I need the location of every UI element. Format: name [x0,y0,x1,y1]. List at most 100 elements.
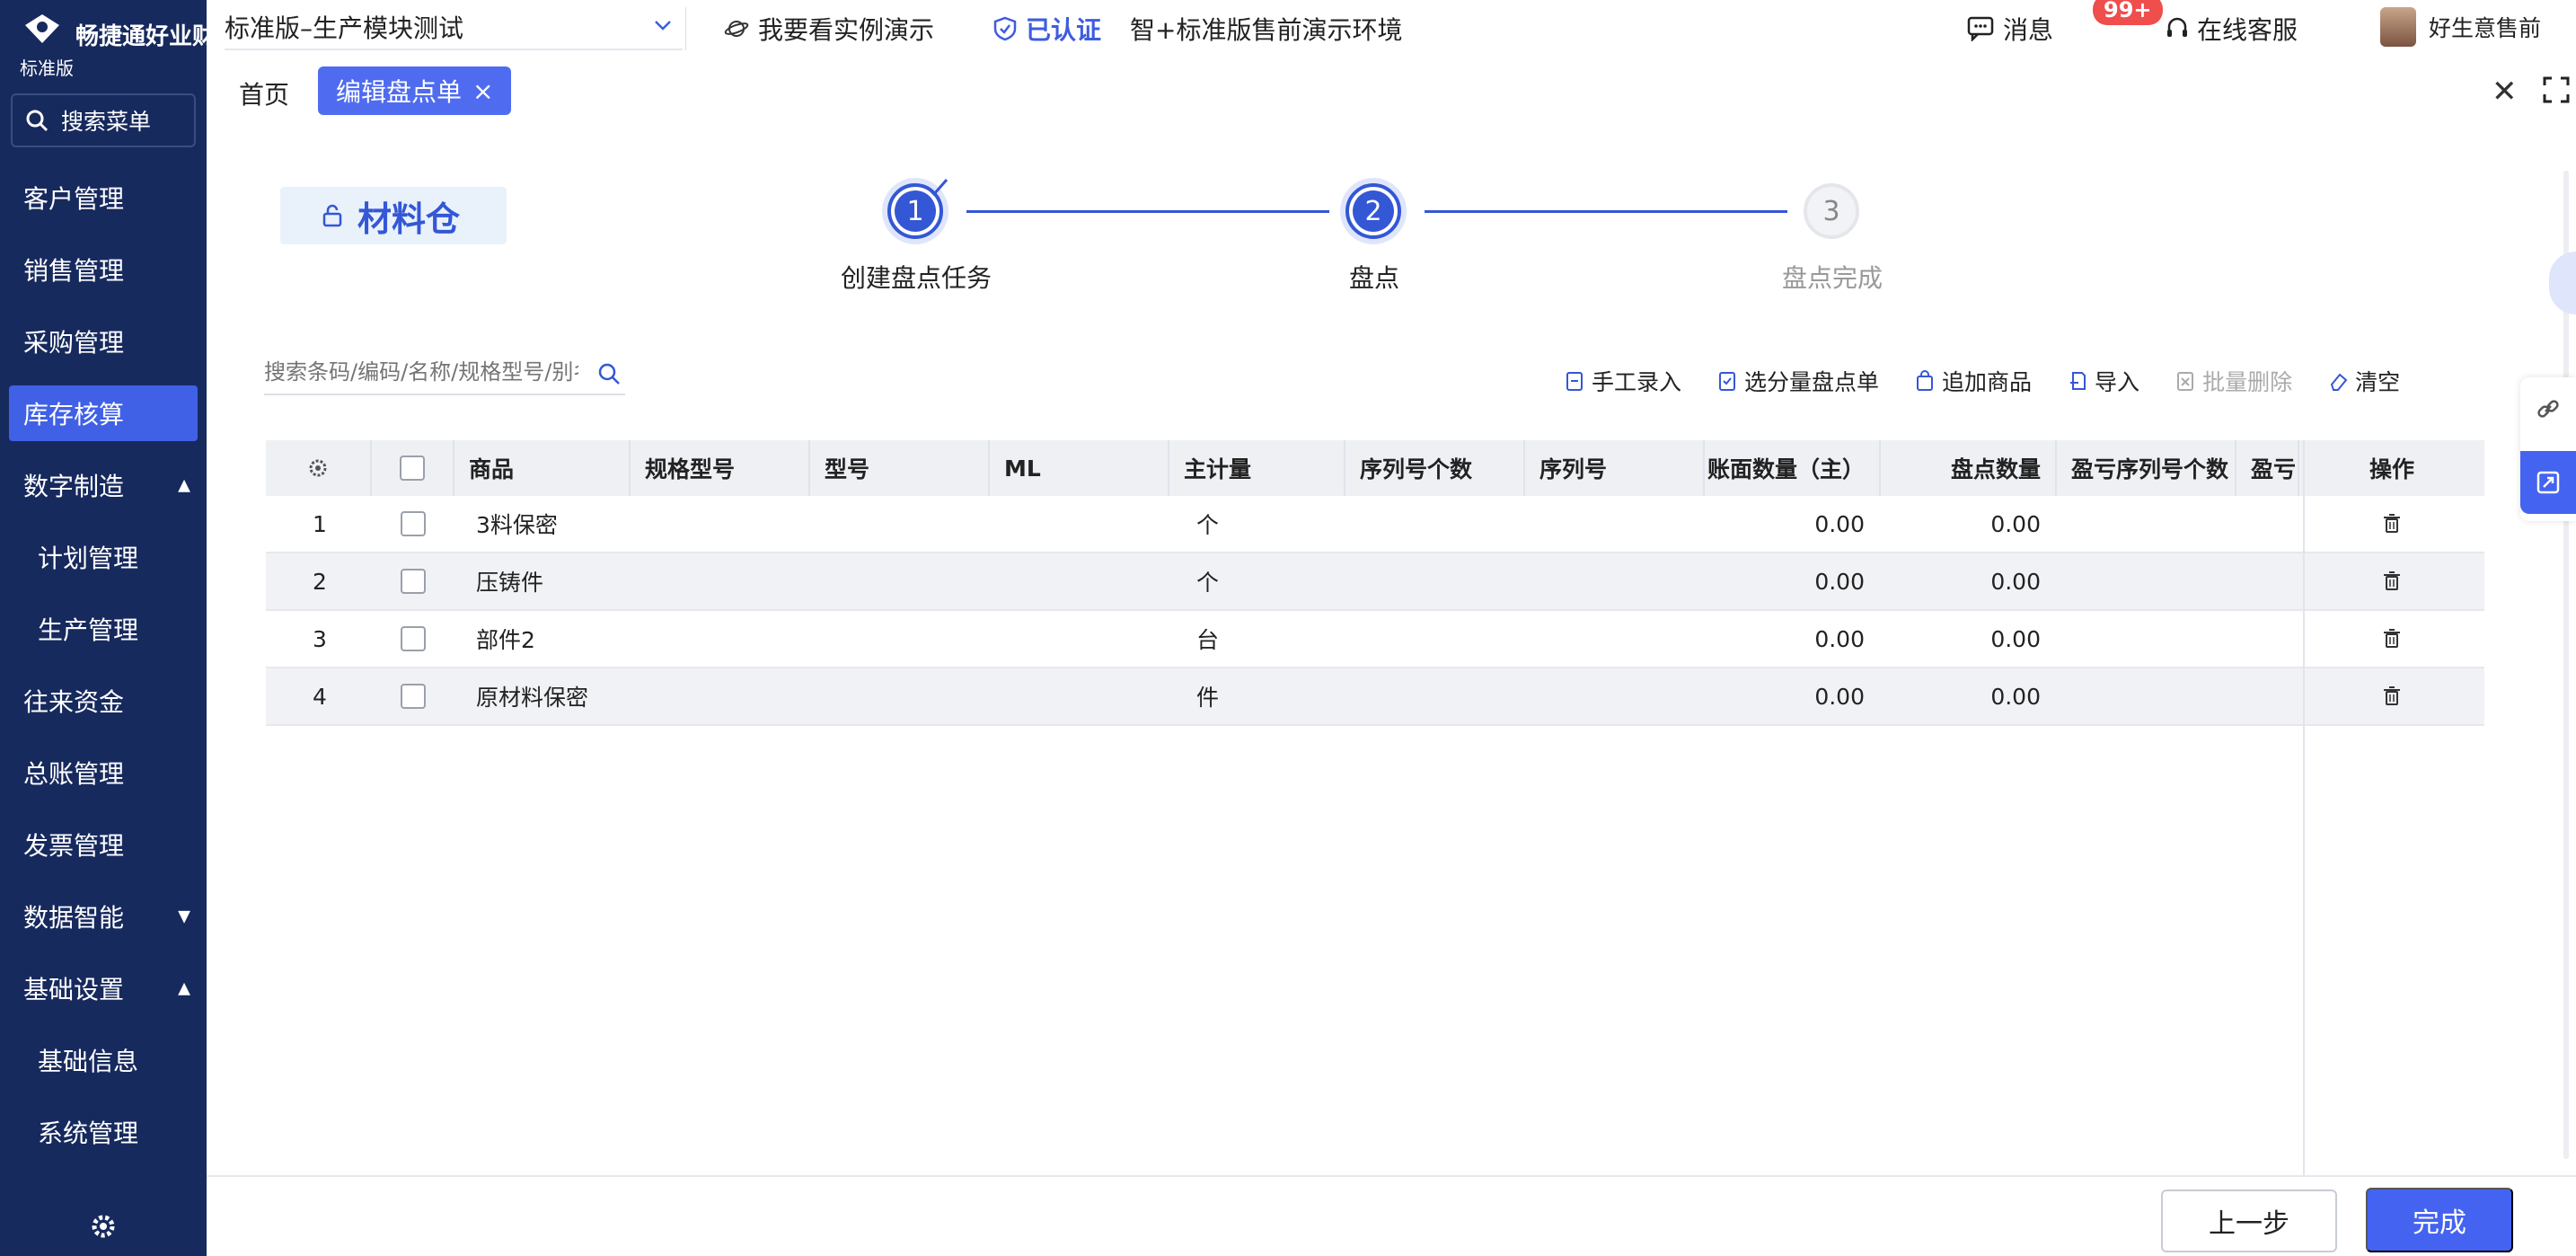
search-menu-label: 搜索菜单 [61,109,152,135]
cell-empty[interactable] [1345,553,1705,609]
sidebar-item-production[interactable]: 生产管理 [0,593,207,665]
sidebar-item-ledger[interactable]: 总账管理 [0,737,207,809]
sidebar-item-basic-info[interactable]: 基础信息 [0,1024,207,1096]
demo-link[interactable]: 我要看实例演示 [724,11,934,47]
bag-plus-icon [1917,370,1934,391]
step-2-label: 盘点 [1348,263,1400,293]
cell-book-qty: 0.00 [1814,568,1865,595]
expand-panel-button[interactable] [2520,451,2576,514]
verified-badge[interactable]: 已认证 [993,11,1101,47]
tab-bar: 首页 编辑盘点单 × [207,59,2576,122]
table-row[interactable]: 4 原材料保密 件 0.00 0.00 [266,668,2484,726]
sidebar-item-digital-manufacturing[interactable]: 数字制造 ▲ [0,449,207,521]
sidebar-item-label: 采购管理 [23,328,125,358]
close-page-icon[interactable]: ✕ [2492,74,2518,110]
sidebar-item-sales[interactable]: 销售管理 [0,234,207,305]
sidebar-item-customers[interactable]: 客户管理 [0,162,207,234]
cell-count-qty[interactable]: 0.00 [1881,496,2057,552]
brand-logo[interactable]: 畅捷通好业财 标准版 [18,11,216,79]
cell-product[interactable]: 压铸件 [454,553,810,609]
step-3: 3 [1804,183,1859,239]
cell-empty[interactable] [810,496,1169,552]
clipboard-check-icon [1719,372,1736,391]
table-row[interactable]: 1 3料保密 个 0.00 0.00 [266,496,2484,553]
cell-empty[interactable] [1345,496,1705,552]
sidebar-item-inventory[interactable]: 库存核算 [9,385,198,441]
sidebar-item-data-intelligence[interactable]: 数据智能 ▼ [0,880,207,952]
product-search-input[interactable] [264,359,578,385]
manual-entry-button[interactable]: 手工录入 [1565,365,1681,397]
batch-delete-button[interactable]: 批量删除 [2175,365,2292,397]
cell-unit[interactable]: 个 [1169,553,1345,609]
table-row[interactable]: 2 压铸件 个 0.00 0.00 [266,553,2484,611]
online-support-button[interactable]: 在线客服 [2165,11,2298,47]
trash-icon[interactable] [2382,513,2402,535]
sidebar-item-invoice[interactable]: 发票管理 [0,809,207,880]
previous-step-button[interactable]: 上一步 [2161,1190,2337,1252]
row-checkbox[interactable] [401,511,426,536]
trash-icon[interactable] [2382,685,2402,707]
org-selector[interactable]: 标准版–生产模块测试 [225,5,683,50]
org-name: 标准版–生产模块测试 [225,13,464,43]
col-unit: 主计量 [1169,440,1345,496]
sidebar-item-purchase[interactable]: 采购管理 [0,305,207,377]
cell-empty[interactable] [810,553,1169,609]
user-menu[interactable]: 好生意售前 [2380,7,2541,47]
row-checkbox[interactable] [401,569,426,594]
select-batch-button[interactable]: 选分量盘点单 [1717,365,1879,397]
sidebar-item-basic-settings[interactable]: 基础设置 ▲ [0,952,207,1024]
link-icon[interactable] [2536,397,2560,420]
main-content: 材料仓 1 2 3 创建盘点任务 盘点 盘点完成 手工录入 选分量盘点单 [226,144,2521,1177]
eraser-icon [2330,373,2348,391]
cell-unit[interactable]: 件 [1169,668,1345,724]
cell-action [2299,553,2484,609]
search-menu-button[interactable]: 搜索菜单 [11,93,196,147]
row-checkbox[interactable] [401,626,426,651]
sidebar-item-planning[interactable]: 计划管理 [0,521,207,593]
cell-product[interactable]: 3料保密 [454,496,810,552]
cell-count-qty[interactable]: 0.00 [1881,668,2057,724]
row-number: 4 [313,683,327,710]
import-button[interactable]: 导入 [2068,365,2139,397]
search-icon[interactable] [596,361,622,386]
cell-empty[interactable] [1345,611,1705,667]
fullscreen-icon[interactable] [2542,75,2571,104]
finish-button[interactable]: 完成 [2366,1188,2513,1252]
clear-button[interactable]: 清空 [2328,365,2400,397]
cell-product[interactable]: 部件2 [454,611,810,667]
cell-empty[interactable] [1345,668,1705,724]
trash-icon[interactable] [2382,571,2402,592]
demo-link-label: 我要看实例演示 [758,15,935,45]
step-3-label: 盘点完成 [1781,263,1883,293]
lock-icon [322,204,342,227]
top-header: 标准版–生产模块测试 我要看实例演示 已认证 智+标准版售前演示环境 消息 99… [207,0,2576,56]
cell-unit[interactable]: 个 [1169,496,1345,552]
column-settings[interactable] [266,440,372,496]
gear-icon [309,459,327,477]
cell-product[interactable]: 原材料保密 [454,668,810,724]
row-checkbox[interactable] [401,684,426,709]
cell-empty[interactable] [810,668,1169,724]
settings-gear-icon[interactable] [90,1213,117,1240]
cell-empty[interactable] [810,611,1169,667]
vertical-scrollbar[interactable] [2563,171,2569,1159]
table-row[interactable]: 3 部件2 台 0.00 0.00 [266,611,2484,668]
messages-button[interactable]: 消息 [1967,11,2053,47]
add-goods-button[interactable]: 追加商品 [1915,365,2032,397]
tab-edit-stocktake[interactable]: 编辑盘点单 × [318,66,512,115]
cell-unit[interactable]: 台 [1169,611,1345,667]
sidebar-item-system[interactable]: 系统管理 [0,1096,207,1168]
tab-close-icon[interactable]: × [472,76,493,106]
tab-home[interactable]: 首页 [239,75,289,111]
trash-icon[interactable] [2382,628,2402,650]
sidebar-item-label: 客户管理 [23,184,125,214]
select-all-checkbox[interactable] [400,456,425,481]
col-book-qty: 账面数量（主） [1705,440,1881,496]
row-number: 3 [313,625,327,652]
environment-name: 智+标准版售前演示环境 [1130,15,1403,45]
cell-count-qty[interactable]: 0.00 [1881,611,2057,667]
cell-count-qty[interactable]: 0.00 [1881,553,2057,609]
product-search[interactable] [264,350,625,395]
sidebar-item-funds[interactable]: 往来资金 [0,665,207,737]
assistant-bubble[interactable] [2549,252,2576,314]
